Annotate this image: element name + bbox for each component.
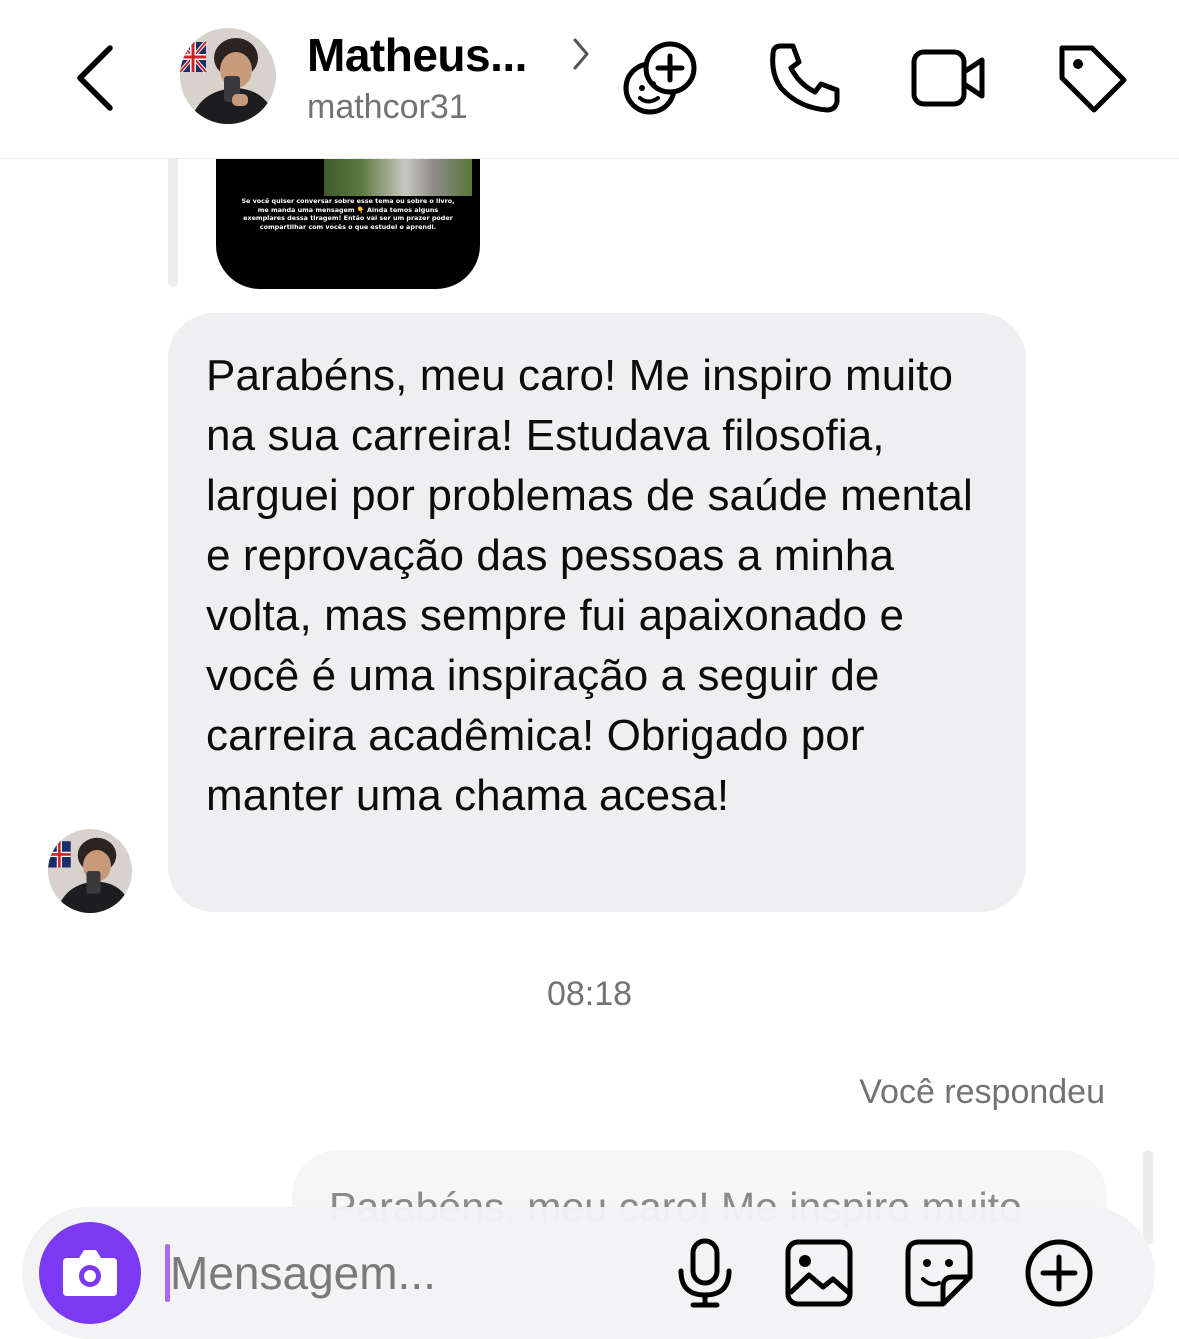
- sticker-icon[interactable]: [903, 1237, 975, 1309]
- message-timestamp: 08:18: [546, 975, 633, 1013]
- chevron-right-icon: [573, 38, 589, 70]
- chat-header: Matheus... mathcor31: [0, 0, 1179, 159]
- sticker-add-icon[interactable]: [620, 38, 700, 118]
- back-button[interactable]: [66, 40, 126, 112]
- story-caption: Se você quiser conversar sobre esse tema…: [241, 197, 455, 231]
- message-composer: [22, 1207, 1155, 1339]
- message-text: Parabéns, meu caro! Me inspiro muito na …: [206, 351, 973, 820]
- microphone-icon[interactable]: [669, 1237, 741, 1309]
- camera-button[interactable]: [39, 1222, 141, 1324]
- video-camera-icon[interactable]: [908, 38, 988, 118]
- sender-avatar[interactable]: [48, 829, 132, 913]
- chevron-left-icon: [77, 45, 113, 111]
- contact-username: mathcor31: [307, 88, 468, 126]
- contact-title[interactable]: Matheus... mathcor31: [307, 28, 607, 127]
- shared-story-preview[interactable]: Se você quiser conversar sobre esse tema…: [216, 140, 480, 289]
- image-icon[interactable]: [783, 1237, 855, 1309]
- plus-circle-icon[interactable]: [1023, 1237, 1095, 1309]
- reply-thread-line: [168, 159, 178, 287]
- tag-icon[interactable]: [1052, 38, 1132, 118]
- phone-icon[interactable]: [765, 38, 845, 118]
- contact-name: Matheus...: [307, 29, 527, 81]
- contact-avatar[interactable]: [180, 28, 276, 124]
- you-replied-label: Você respondeu: [859, 1073, 1105, 1111]
- message-input[interactable]: [170, 1235, 650, 1311]
- camera-icon: [63, 1250, 117, 1296]
- received-message-bubble[interactable]: Parabéns, meu caro! Me inspiro muito na …: [168, 313, 1026, 912]
- reply-thread-line: [1143, 1150, 1153, 1245]
